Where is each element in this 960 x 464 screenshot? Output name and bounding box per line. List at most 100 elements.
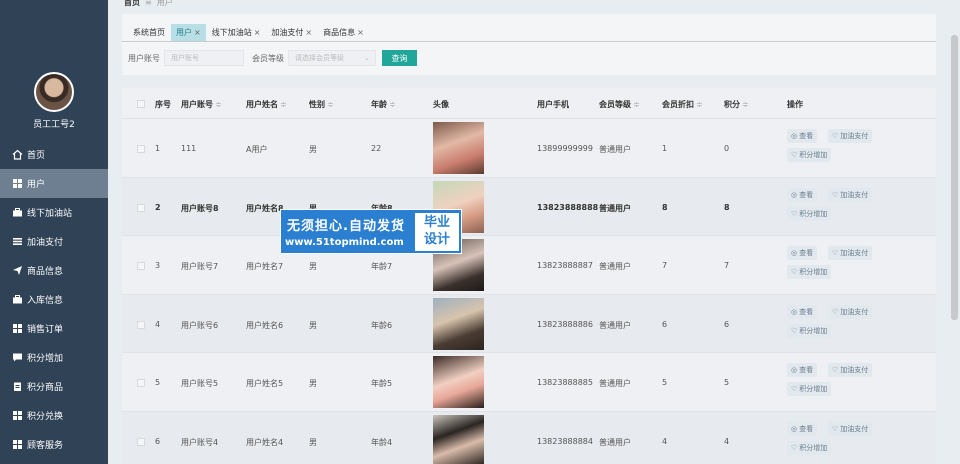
table-row[interactable]: 5 用户账号5 用户姓名5 男年龄5 13823888885 普通用户 5 5 ◎ 查看 ♡ 加油支付…: [122, 352, 936, 410]
sidebar-item-home[interactable]: 首页: [0, 140, 108, 169]
sidebar-item-stations[interactable]: 线下加油站: [0, 198, 108, 227]
view-button[interactable]: ◎ 查看: [787, 187, 818, 202]
user-table: 序号 用户账号 ≑ 用户姓名 ≑ 性别 ≑ 年龄 ≑ 头像 用户手机 会员等级 ≑ 会员折扣 ≑ 积分 ≑ 操作 1…: [122, 88, 936, 464]
column-header[interactable]: 性别 ≑: [309, 99, 334, 110]
tab-products[interactable]: 商品信息 ×: [318, 24, 369, 41]
user-avatar-photo[interactable]: [433, 414, 484, 464]
user-avatar-photo[interactable]: [433, 297, 484, 350]
row-checkbox[interactable]: [137, 262, 145, 270]
tab-fuel-payment[interactable]: 加油支付 ×: [266, 24, 317, 41]
close-icon[interactable]: ×: [357, 28, 364, 37]
sidebar-item-points-exchange[interactable]: 积分兑换: [0, 401, 108, 430]
fuel-payment-button[interactable]: ♡ 加油支付: [828, 363, 873, 377]
view-button[interactable]: ◎ 查看: [787, 421, 818, 436]
close-icon[interactable]: ×: [194, 28, 201, 37]
column-header-label: 性别: [309, 100, 325, 109]
tab-system-home[interactable]: 系统首页: [128, 24, 170, 41]
row-checkbox[interactable]: [137, 437, 145, 446]
sidebar-item-label: 顾客服务: [27, 441, 64, 451]
view-button[interactable]: ◎ 查看: [787, 129, 818, 143]
tab-users[interactable]: 用户 ×: [171, 24, 206, 41]
view-button[interactable]: ◎ 查看: [787, 304, 818, 319]
close-icon[interactable]: ×: [305, 28, 312, 37]
add-points-button[interactable]: ♡ 积分增加: [787, 323, 832, 338]
view-button[interactable]: ◎ 查看: [787, 363, 818, 377]
cell-points: 5: [724, 378, 730, 387]
scrollbar[interactable]: [951, 35, 958, 320]
search-bar: 用户账号 用户账号 会员等级 请选择会员等级 ⌄ 查询: [128, 50, 417, 66]
sort-icon[interactable]: ≑: [633, 100, 640, 109]
sidebar-item-label: 线下加油站: [27, 209, 73, 219]
eye-icon: ◎: [791, 132, 798, 140]
fuel-payment-button[interactable]: ♡ 加油支付: [828, 129, 873, 143]
sort-icon[interactable]: ≑: [389, 100, 396, 109]
add-points-button[interactable]: ♡ 积分增加: [787, 382, 832, 396]
action-label: 查看: [799, 424, 814, 433]
eye-icon: ◎: [791, 249, 798, 257]
user-avatar-photo[interactable]: [433, 356, 484, 408]
sidebar-item-customer-service[interactable]: 顾客服务: [0, 430, 108, 459]
sidebar-item-users[interactable]: 用户: [0, 169, 108, 198]
breadcrumb-home[interactable]: 首页: [124, 0, 140, 7]
sidebar-item-points-goods[interactable]: 积分商品: [0, 372, 108, 401]
row-checkbox[interactable]: [137, 320, 145, 329]
cell-points: 0: [724, 144, 730, 153]
account-input[interactable]: 用户账号: [164, 50, 244, 66]
row-checkbox[interactable]: [137, 145, 145, 153]
table-row[interactable]: 4 用户账号6 用户姓名6 男年龄6 13823888886 普通用户 6 6 ◎ 查看 ♡ 加油支付…: [122, 293, 936, 352]
level-select[interactable]: 请选择会员等级 ⌄: [288, 50, 376, 66]
user-avatar-photo[interactable]: [433, 122, 484, 174]
sidebar-item-label: 积分增加: [27, 354, 64, 364]
column-header[interactable]: 用户姓名 ≑: [246, 99, 287, 110]
row-checkbox[interactable]: [137, 379, 145, 387]
fuel-payment-button[interactable]: ♡ 加油支付: [828, 421, 873, 436]
fuel-payment-button[interactable]: ♡ 加油支付: [828, 187, 873, 202]
eye-icon: ◎: [791, 366, 798, 374]
heart-icon: ♡: [832, 424, 839, 433]
add-points-button[interactable]: ♡ 积分增加: [787, 148, 832, 162]
cell-account: 用户账号5: [181, 379, 219, 388]
sidebar-item-products[interactable]: 商品信息: [0, 256, 108, 285]
add-points-button[interactable]: ♡ 积分增加: [787, 265, 832, 279]
sort-icon[interactable]: ≑: [742, 100, 749, 109]
column-header[interactable]: 会员折扣 ≑: [662, 99, 703, 110]
sidebar-item-fuel-payment[interactable]: 加油支付: [0, 227, 108, 256]
table-row[interactable]: 3 用户账号7 用户姓名7 男年龄7 13823888887 普通用户 7 7 ◎ 查看 ♡ 加油支付…: [122, 235, 936, 293]
column-header[interactable]: 用户账号 ≑: [181, 99, 222, 110]
close-icon[interactable]: ×: [254, 28, 261, 37]
row-checkbox[interactable]: [137, 203, 145, 212]
sidebar-item-stock-in[interactable]: 入库信息: [0, 285, 108, 314]
heart-icon: ♡: [791, 443, 798, 452]
eye-icon: ◎: [791, 424, 798, 433]
cell-level: 普通用户: [599, 379, 631, 388]
heart-icon: ♡: [832, 249, 839, 257]
view-button[interactable]: ◎ 查看: [787, 246, 818, 260]
sidebar-item-points-add[interactable]: 积分增加: [0, 343, 108, 372]
table-row[interactable]: 6 用户账号4 用户姓名4 男年龄4 13823888884 普通用户 4 4 ◎ 查看 ♡ 加油支付…: [122, 410, 936, 464]
sidebar-item-sales-orders[interactable]: 销售订单: [0, 314, 108, 343]
action-label: 积分增加: [799, 443, 828, 452]
column-header-label: 序号: [155, 100, 171, 109]
table-row[interactable]: 1 111 A用户男 22 13899999999 普通用户 1 0 ◎ 查看 ♡ 加油支付 ♡ 积分增加: [122, 118, 936, 176]
watermark-badge-line2: 设计: [423, 232, 450, 247]
column-header[interactable]: 会员等级 ≑: [599, 99, 640, 110]
sort-icon[interactable]: ≑: [327, 100, 334, 109]
query-button[interactable]: 查询: [382, 50, 417, 66]
sort-icon[interactable]: ≑: [280, 100, 287, 109]
add-points-button[interactable]: ♡ 积分增加: [787, 440, 832, 455]
column-header[interactable]: 年龄 ≑: [371, 99, 396, 110]
tab-stations[interactable]: 线下加油站 ×: [207, 24, 266, 41]
action-label: 加油支付: [840, 249, 869, 257]
cell-gender: 男: [309, 437, 317, 447]
sort-icon[interactable]: ≑: [215, 100, 222, 109]
fuel-payment-button[interactable]: ♡ 加油支付: [828, 304, 873, 319]
column-header[interactable]: 积分 ≑: [724, 99, 749, 110]
fuel-payment-button[interactable]: ♡ 加油支付: [828, 246, 873, 260]
sort-icon[interactable]: ≑: [696, 100, 703, 109]
action-label: 积分增加: [799, 268, 828, 276]
avatar[interactable]: [34, 72, 74, 112]
cell-no: 1: [155, 144, 161, 153]
table-row[interactable]: 2 用户账号8 用户姓名8 男年龄8 13823888888 普通用户 8 8 ◎ 查看 ♡ 加油支付…: [122, 176, 936, 235]
add-points-button[interactable]: ♡ 积分增加: [787, 206, 832, 221]
select-all-checkbox[interactable]: [137, 100, 145, 108]
